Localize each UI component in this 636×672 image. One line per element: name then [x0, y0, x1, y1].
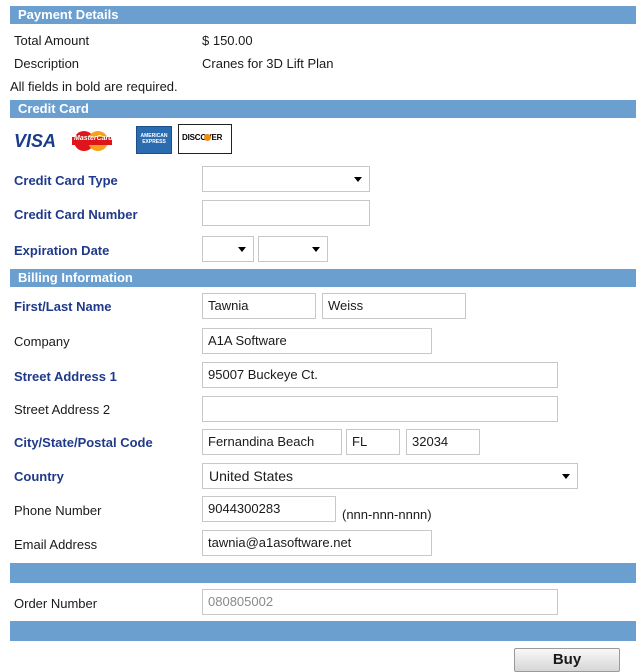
first-last-name-label: First/Last Name: [14, 299, 112, 314]
country-label: Country: [14, 469, 64, 484]
mastercard-logo: MasterCard: [66, 130, 118, 164]
amex-logo: AMERICAN EXPRESS: [136, 126, 172, 160]
order-number-label: Order Number: [14, 596, 98, 611]
description-label: Description: [14, 56, 80, 71]
buy-button[interactable]: Buy: [514, 648, 620, 672]
description-value: Cranes for 3D Lift Plan: [202, 56, 334, 71]
company-label: Company: [14, 334, 70, 349]
city-state-postal-label: City/State/Postal Code: [14, 435, 153, 450]
country-select[interactable]: United States: [202, 463, 578, 489]
chevron-down-icon: [354, 177, 362, 182]
expiration-month-select[interactable]: [202, 236, 254, 262]
email-address-input[interactable]: tawnia@a1asoftware.net: [202, 530, 432, 556]
chevron-down-icon: [312, 247, 320, 252]
credit-card-type-select[interactable]: [202, 166, 370, 192]
street-address-1-input[interactable]: 95007 Buckeye Ct.: [202, 362, 558, 388]
phone-number-input[interactable]: 9044300283: [202, 496, 336, 522]
company-input[interactable]: A1A Software: [202, 328, 432, 354]
street-address-1-label: Street Address 1: [14, 369, 117, 384]
chevron-down-icon: [562, 474, 570, 479]
credit-card-type-label: Credit Card Type: [14, 173, 118, 188]
total-amount-label: Total Amount: [14, 33, 90, 48]
credit-card-number-label: Credit Card Number: [14, 207, 138, 222]
state-input[interactable]: FL: [346, 429, 400, 455]
last-name-input[interactable]: Weiss: [322, 293, 466, 319]
street-address-2-input[interactable]: [202, 396, 558, 422]
visa-logo: VISA: [14, 131, 57, 151]
section-divider-bottom: [10, 621, 636, 641]
chevron-down-icon: [238, 247, 246, 252]
street-address-2-label: Street Address 2: [14, 402, 111, 417]
required-note: All fields in bold are required.: [10, 79, 178, 94]
expiration-date-label: Expiration Date: [14, 243, 110, 258]
first-name-input[interactable]: Tawnia: [202, 293, 316, 319]
credit-card-number-input[interactable]: [202, 200, 370, 226]
phone-number-label: Phone Number: [14, 503, 102, 518]
section-divider: [10, 563, 636, 583]
postal-code-input[interactable]: 32034: [406, 429, 480, 455]
expiration-year-select[interactable]: [258, 236, 328, 262]
order-number-input[interactable]: 080805002: [202, 589, 558, 615]
section-credit-card: Credit Card: [10, 100, 636, 118]
discover-dot-icon: [204, 134, 211, 141]
total-amount-value: $ 150.00: [202, 33, 253, 48]
phone-format-hint: (nnn-nnn-nnnn): [342, 507, 432, 522]
city-input[interactable]: Fernandina Beach: [202, 429, 342, 455]
section-billing-information: Billing Information: [10, 269, 636, 287]
discover-logo: DISCOVER: [178, 124, 234, 158]
email-address-label: Email Address: [14, 537, 98, 552]
section-payment-details: Payment Details: [10, 6, 636, 24]
